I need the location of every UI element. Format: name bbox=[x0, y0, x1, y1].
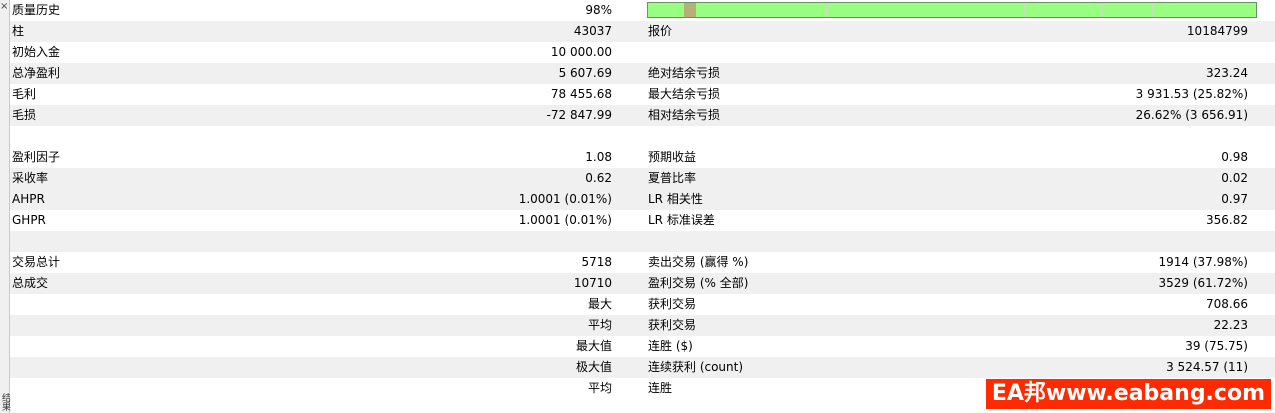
row-label: 总净盈利 bbox=[12, 66, 61, 80]
row-value-2: 3 524.57 (11) bbox=[1166, 360, 1248, 374]
row-value: 10710 bbox=[573, 276, 612, 290]
row-label-2: 卖出交易 (赢得 %) bbox=[648, 255, 749, 269]
table-row: 采收率 0.62 夏普比率 0.02 bbox=[10, 168, 1275, 189]
row-label-2: 相对结余亏损 bbox=[648, 108, 721, 122]
row-label-2: 预期收益 bbox=[648, 150, 697, 164]
row-value: 1.08 bbox=[585, 150, 612, 164]
results-tab[interactable]: 结果 bbox=[0, 393, 10, 411]
close-icon[interactable]: × bbox=[0, 2, 8, 12]
quality-bar-tick bbox=[826, 3, 827, 17]
row-value-2: 0.98 bbox=[1221, 150, 1248, 164]
table-row: 最大值 连胜 ($) 39 (75.75) bbox=[10, 336, 1275, 357]
table-row: 极大值 连续获利 (count) 3 524.57 (11) bbox=[10, 357, 1275, 378]
row-label: 盈利因子 bbox=[12, 150, 61, 164]
row-label-2: 绝对结余亏损 bbox=[648, 66, 721, 80]
row-value-2: 1914 (37.98%) bbox=[1158, 255, 1248, 269]
row-label: 初始入金 bbox=[12, 45, 61, 59]
row-label-2: 连胜 ($) bbox=[648, 339, 693, 353]
row-value-2: 22.23 bbox=[1213, 318, 1248, 332]
table-row: 交易总计 5718 卖出交易 (赢得 %) 1914 (37.98%) bbox=[10, 252, 1275, 273]
side-panel-strip: × 结果 bbox=[0, 0, 10, 413]
row-value: 极大值 bbox=[575, 360, 612, 374]
row-value: 10 000.00 bbox=[550, 45, 612, 59]
row-label-2: LR 标准误差 bbox=[648, 213, 715, 227]
table-row-spacer bbox=[10, 126, 1275, 147]
row-value: 最大值 bbox=[575, 339, 612, 353]
row-label: 质量历史 bbox=[12, 3, 61, 17]
row-label-2: 连续获利 (count) bbox=[648, 360, 744, 374]
row-value-2: 0.02 bbox=[1221, 171, 1248, 185]
table-row: 初始入金 10 000.00 bbox=[10, 42, 1275, 63]
row-value: 1.0001 (0.01%) bbox=[518, 192, 612, 206]
row-value: 平均 bbox=[587, 318, 612, 332]
row-label-2: 获利交易 bbox=[648, 318, 697, 332]
row-label-2: 连胜 bbox=[648, 381, 673, 395]
row-label: 采收率 bbox=[12, 171, 49, 185]
history-quality-bar bbox=[647, 2, 1257, 18]
backtest-report: 质量历史 98% 柱 43037 报价 10184799 初始入金 10 000… bbox=[10, 0, 1275, 413]
row-label: AHPR bbox=[12, 192, 45, 206]
row-value-2: 3 931.53 (25.82%) bbox=[1135, 87, 1248, 101]
row-value-2: 0.97 bbox=[1221, 192, 1248, 206]
site-watermark: EA邦www.eabang.com bbox=[985, 379, 1271, 409]
row-value-2: 39 (75.75) bbox=[1185, 339, 1248, 353]
table-row: 柱 43037 报价 10184799 bbox=[10, 21, 1275, 42]
row-value-2: 356.82 bbox=[1206, 213, 1248, 227]
row-value-2: 323.24 bbox=[1206, 66, 1248, 80]
row-label: 交易总计 bbox=[12, 255, 61, 269]
quality-bar-gap-marker bbox=[684, 3, 696, 17]
quality-bar-tick bbox=[1152, 3, 1153, 17]
table-row: 最大 获利交易 708.66 bbox=[10, 294, 1275, 315]
table-row: 总成交 10710 盈利交易 (% 全部) 3529 (61.72%) bbox=[10, 273, 1275, 294]
table-row: 毛利 78 455.68 最大结余亏损 3 931.53 (25.82%) bbox=[10, 84, 1275, 105]
row-label-2: 最大结余亏损 bbox=[648, 87, 721, 101]
row-value-2: 10184799 bbox=[1186, 24, 1248, 38]
row-value-2: 708.66 bbox=[1206, 297, 1248, 311]
row-label: 毛利 bbox=[12, 87, 37, 101]
row-value: 5 607.69 bbox=[558, 66, 612, 80]
table-row-spacer bbox=[10, 231, 1275, 252]
row-value: 43037 bbox=[573, 24, 612, 38]
table-row: 总净盈利 5 607.69 绝对结余亏损 323.24 bbox=[10, 63, 1275, 84]
quality-bar-tick bbox=[1024, 3, 1025, 17]
row-label-2: 获利交易 bbox=[648, 297, 697, 311]
row-label: 柱 bbox=[12, 24, 25, 38]
row-value: 0.62 bbox=[585, 171, 612, 185]
row-value: 1.0001 (0.01%) bbox=[518, 213, 612, 227]
row-value: 5718 bbox=[581, 255, 612, 269]
table-row: 平均 获利交易 22.23 bbox=[10, 315, 1275, 336]
table-row: 毛损 -72 847.99 相对结余亏损 26.62% (3 656.91) bbox=[10, 105, 1275, 126]
row-label: 毛损 bbox=[12, 108, 37, 122]
row-label-2: LR 相关性 bbox=[648, 192, 703, 206]
row-value: 平均 bbox=[587, 381, 612, 395]
quality-bar-tick bbox=[1102, 3, 1103, 17]
row-value-2: 26.62% (3 656.91) bbox=[1135, 108, 1248, 122]
row-label: 总成交 bbox=[12, 276, 49, 290]
table-row: 盈利因子 1.08 预期收益 0.98 bbox=[10, 147, 1275, 168]
table-row: GHPR 1.0001 (0.01%) LR 标准误差 356.82 bbox=[10, 210, 1275, 231]
row-value-2: 3529 (61.72%) bbox=[1158, 276, 1248, 290]
row-value: 最大 bbox=[587, 297, 612, 311]
table-row: 质量历史 98% bbox=[10, 0, 1275, 21]
row-value: 98% bbox=[585, 3, 612, 17]
row-value: 78 455.68 bbox=[550, 87, 612, 101]
row-label-2: 夏普比率 bbox=[648, 171, 697, 185]
row-label-2: 盈利交易 (% 全部) bbox=[648, 276, 749, 290]
row-value: -72 847.99 bbox=[546, 108, 612, 122]
row-label: GHPR bbox=[12, 213, 46, 227]
table-row: AHPR 1.0001 (0.01%) LR 相关性 0.97 bbox=[10, 189, 1275, 210]
row-label-2: 报价 bbox=[648, 24, 673, 38]
